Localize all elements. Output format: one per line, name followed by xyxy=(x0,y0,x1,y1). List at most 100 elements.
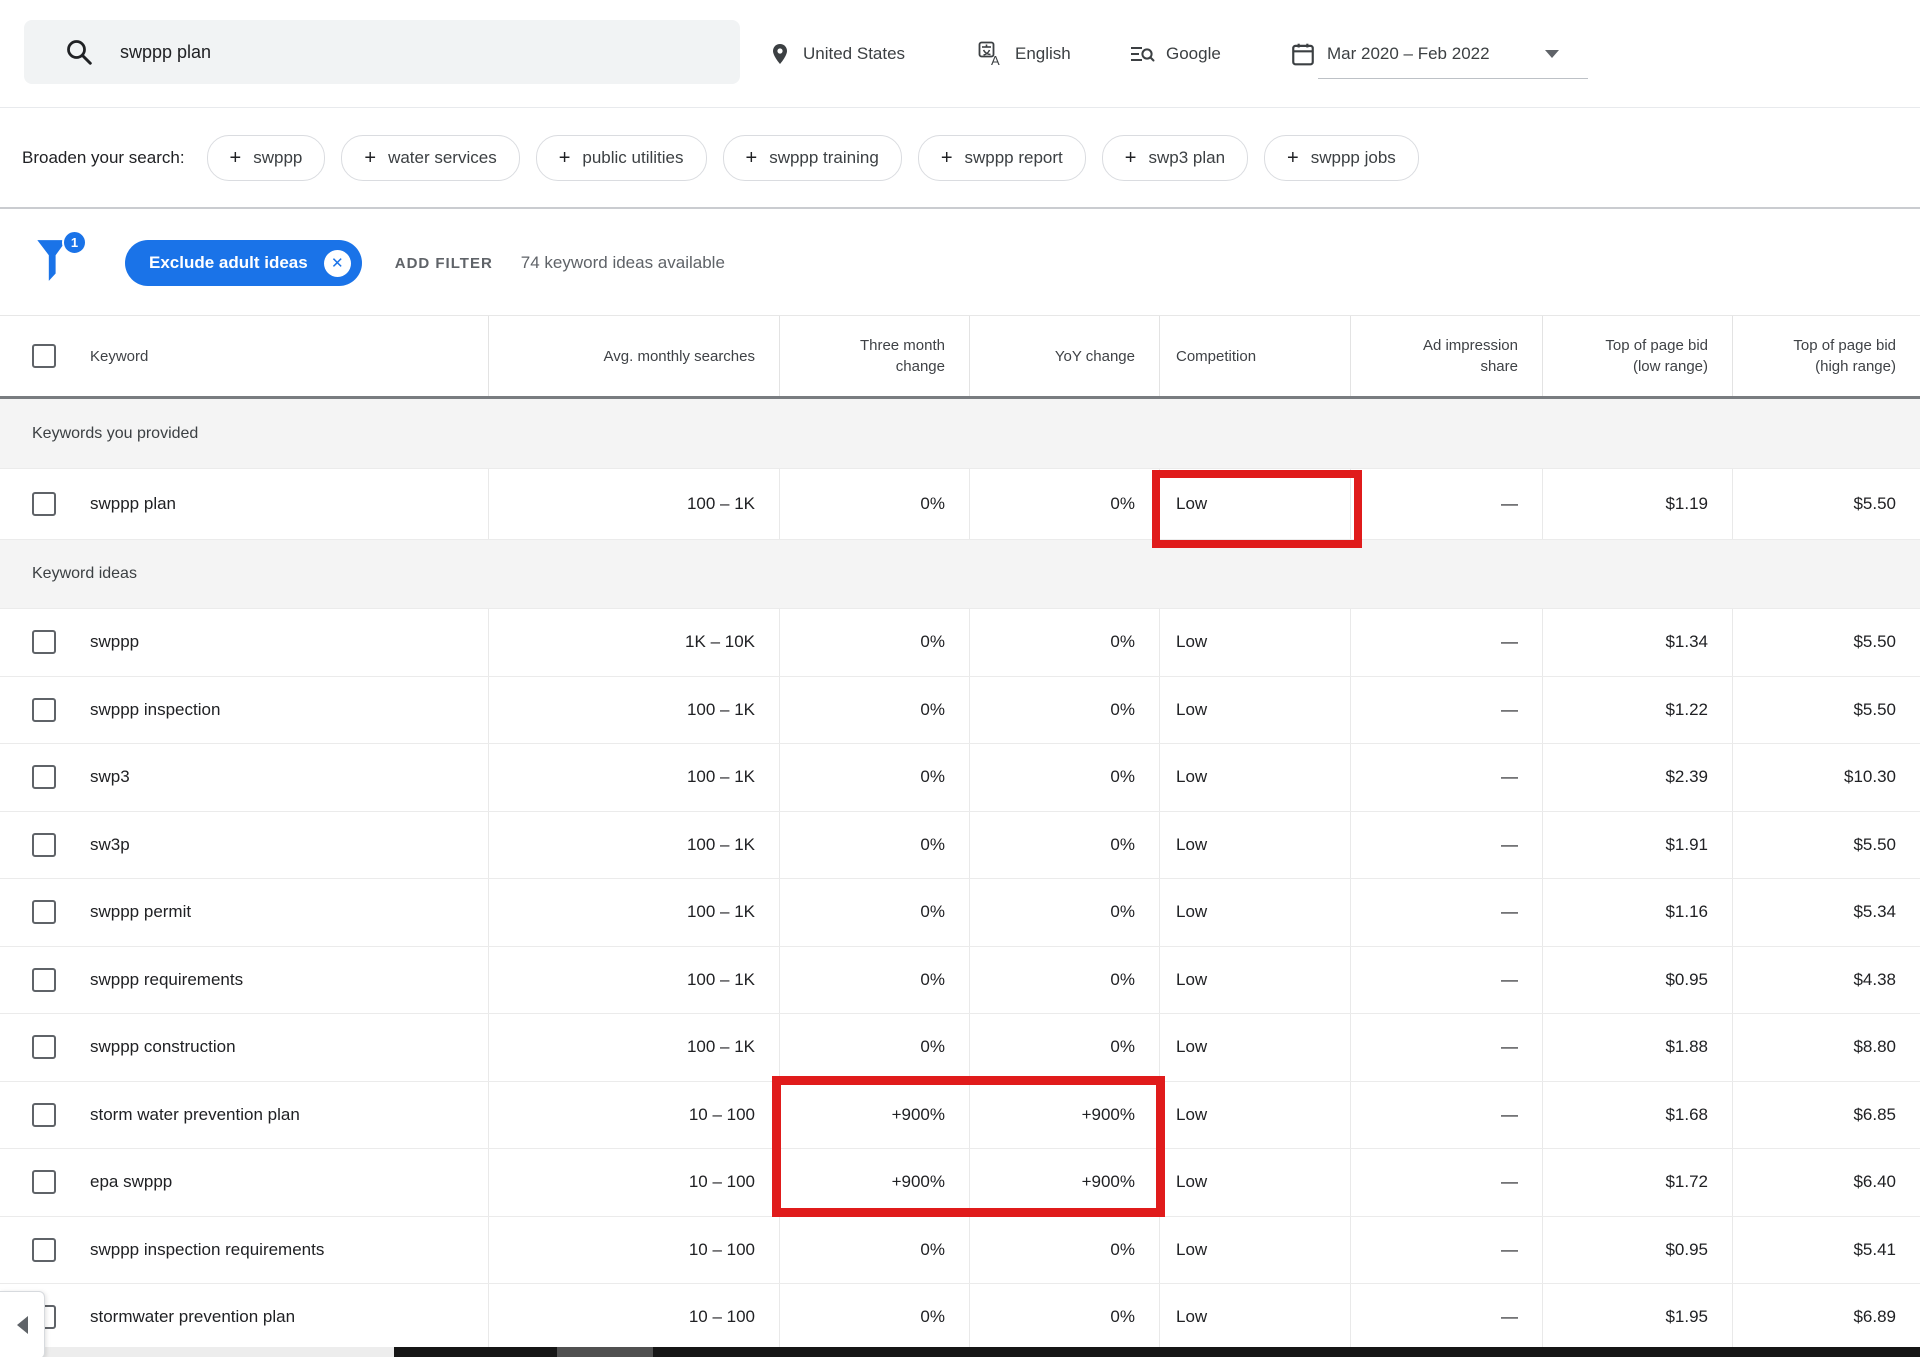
header-avg-monthly-searches[interactable]: Avg. monthly searches xyxy=(488,316,779,396)
header-top-of-page-bid-low[interactable]: Top of page bid (low range) xyxy=(1542,316,1732,396)
ad-impression-share-cell: — xyxy=(1350,946,1542,1013)
avg-monthly-searches-cell: 10 – 100 xyxy=(488,1081,779,1148)
avg-monthly-searches-cell: 10 – 100 xyxy=(488,1284,779,1351)
avg-monthly-searches-cell: 100 – 1K xyxy=(488,879,779,946)
yoy-change-cell: 0% xyxy=(969,676,1159,743)
broaden-chip-swppp-training[interactable]: + swppp training xyxy=(722,134,902,181)
table-header-row: Keyword Avg. monthly searches Three mont… xyxy=(0,315,1920,399)
header-top-of-page-bid-high[interactable]: Top of page bid (high range) xyxy=(1732,316,1920,396)
keyword-planner-page: swppp plan United States A English Googl… xyxy=(0,0,1920,1357)
bid-low-cell: $0.95 xyxy=(1542,1216,1732,1283)
three-month-change-cell: 0% xyxy=(779,1014,969,1081)
remove-filter-icon[interactable]: ✕ xyxy=(323,249,351,277)
ad-impression-share-cell: — xyxy=(1350,609,1542,676)
plus-icon: + xyxy=(1124,146,1137,169)
broaden-label: Broaden your search: xyxy=(22,147,185,167)
date-range-underline xyxy=(1318,78,1588,79)
chevron-down-icon[interactable] xyxy=(1544,49,1559,58)
search-input[interactable]: swppp plan xyxy=(120,42,211,63)
broaden-search-bar: Broaden your search: + swppp + water ser… xyxy=(0,108,1920,209)
select-all-checkbox[interactable] xyxy=(32,344,56,368)
bid-high-cell: $8.80 xyxy=(1732,1014,1920,1081)
avg-monthly-searches-cell: 100 – 1K xyxy=(488,1014,779,1081)
competition-cell: Low xyxy=(1159,676,1350,743)
keyword-cell: stormwater prevention plan xyxy=(0,1284,488,1351)
yoy-change-cell: 0% xyxy=(969,1014,1159,1081)
row-checkbox[interactable] xyxy=(32,630,56,655)
arrow-left-icon xyxy=(16,1316,28,1334)
plus-icon: + xyxy=(558,146,571,169)
row-checkbox[interactable] xyxy=(32,697,56,722)
three-month-change-cell: 0% xyxy=(779,1216,969,1283)
broaden-chip-swppp-jobs[interactable]: + swppp jobs xyxy=(1264,134,1419,181)
avg-monthly-searches-cell: 100 – 1K xyxy=(488,811,779,878)
scroll-left-button[interactable] xyxy=(0,1291,45,1357)
bid-low-cell: $1.88 xyxy=(1542,1014,1732,1081)
yoy-change-cell: 0% xyxy=(969,1284,1159,1351)
filter-funnel-button[interactable]: 1 xyxy=(35,230,87,288)
row-checkbox[interactable] xyxy=(32,492,56,516)
ad-impression-share-cell: — xyxy=(1350,1081,1542,1148)
broaden-chip-swppp[interactable]: + swppp xyxy=(206,134,326,181)
row-checkbox[interactable] xyxy=(32,1035,56,1060)
bid-high-cell: $5.41 xyxy=(1732,1216,1920,1283)
bid-high-cell: $10.30 xyxy=(1732,744,1920,811)
competition-cell: Low xyxy=(1159,946,1350,1013)
yoy-change-cell: 0% xyxy=(969,609,1159,676)
three-month-change-cell: 0% xyxy=(779,609,969,676)
keyword-cell: swppp inspection xyxy=(0,677,488,744)
broaden-chip-water-services[interactable]: + water services xyxy=(341,134,520,181)
header-three-month-change[interactable]: Three month change xyxy=(779,316,969,396)
table-row-swppp: swppp 1K – 10K 0% 0% Low — $1.34 $5.50 xyxy=(0,609,1920,677)
keyword-cell: swppp inspection requirements xyxy=(0,1217,488,1284)
ad-impression-share-cell: — xyxy=(1350,1149,1542,1216)
keyword-search-box[interactable]: swppp plan xyxy=(24,20,740,84)
bid-low-cell: $1.34 xyxy=(1542,609,1732,676)
header-ad-impression-share[interactable]: Ad impression share xyxy=(1350,316,1542,396)
bid-high-cell: $5.50 xyxy=(1732,469,1920,539)
broaden-chip-public-utilities[interactable]: + public utilities xyxy=(535,134,707,181)
broaden-chip-swp3-plan[interactable]: + swp3 plan xyxy=(1101,134,1249,181)
add-filter-button[interactable]: ADD FILTER xyxy=(395,255,493,272)
broaden-chip-swppp-report[interactable]: + swppp report xyxy=(917,134,1086,181)
keyword-cell: swp3 xyxy=(0,744,488,811)
competition-cell: Low xyxy=(1159,1216,1350,1283)
header-keyword: Keyword xyxy=(0,316,488,396)
row-checkbox[interactable] xyxy=(32,1102,56,1127)
yoy-change-cell: 0% xyxy=(969,1216,1159,1283)
row-checkbox[interactable] xyxy=(32,1170,56,1195)
date-range-label: Mar 2020 – Feb 2022 xyxy=(1327,43,1490,63)
avg-monthly-searches-cell: 100 – 1K xyxy=(488,946,779,1013)
three-month-change-cell: 0% xyxy=(779,811,969,878)
row-checkbox[interactable] xyxy=(32,1237,56,1262)
avg-monthly-searches-cell: 100 – 1K xyxy=(488,676,779,743)
location-pin-icon xyxy=(773,43,787,64)
bid-low-cell: $1.19 xyxy=(1542,469,1732,539)
three-month-change-cell: 0% xyxy=(779,744,969,811)
competition-cell: Low xyxy=(1159,1149,1350,1216)
bid-high-cell: $6.85 xyxy=(1732,1081,1920,1148)
header-yoy-change[interactable]: YoY change xyxy=(969,316,1159,396)
row-checkbox[interactable] xyxy=(32,900,56,925)
row-checkbox[interactable] xyxy=(32,765,56,790)
table-row-stormwater-prevention-plan: stormwater prevention plan 10 – 100 0% 0… xyxy=(0,1284,1920,1352)
exclude-adult-ideas-filter-chip[interactable]: Exclude adult ideas ✕ xyxy=(125,240,362,286)
bid-high-cell: $6.89 xyxy=(1732,1284,1920,1351)
ideas-available-text: 74 keyword ideas available xyxy=(520,253,725,272)
calendar-icon xyxy=(1292,43,1314,65)
avg-monthly-searches-cell: 1K – 10K xyxy=(488,609,779,676)
ad-impression-share-cell: — xyxy=(1350,1284,1542,1351)
ad-impression-share-cell: — xyxy=(1350,1014,1542,1081)
topbar: swppp plan United States A English Googl… xyxy=(0,0,1920,108)
network-selector[interactable]: Google xyxy=(1129,0,1221,107)
yoy-change-cell: 0% xyxy=(969,744,1159,811)
date-range-selector[interactable]: Mar 2020 – Feb 2022 xyxy=(1290,0,1559,107)
location-selector[interactable]: United States xyxy=(768,0,905,107)
row-checkbox[interactable] xyxy=(32,832,56,857)
row-checkbox[interactable] xyxy=(32,967,56,992)
table-row-swppp-construction: swppp construction 100 – 1K 0% 0% Low — … xyxy=(0,1014,1920,1082)
language-selector[interactable]: A English xyxy=(978,0,1071,107)
bid-low-cell: $0.95 xyxy=(1542,946,1732,1013)
header-competition[interactable]: Competition xyxy=(1159,316,1350,396)
bid-high-cell: $5.50 xyxy=(1732,676,1920,743)
